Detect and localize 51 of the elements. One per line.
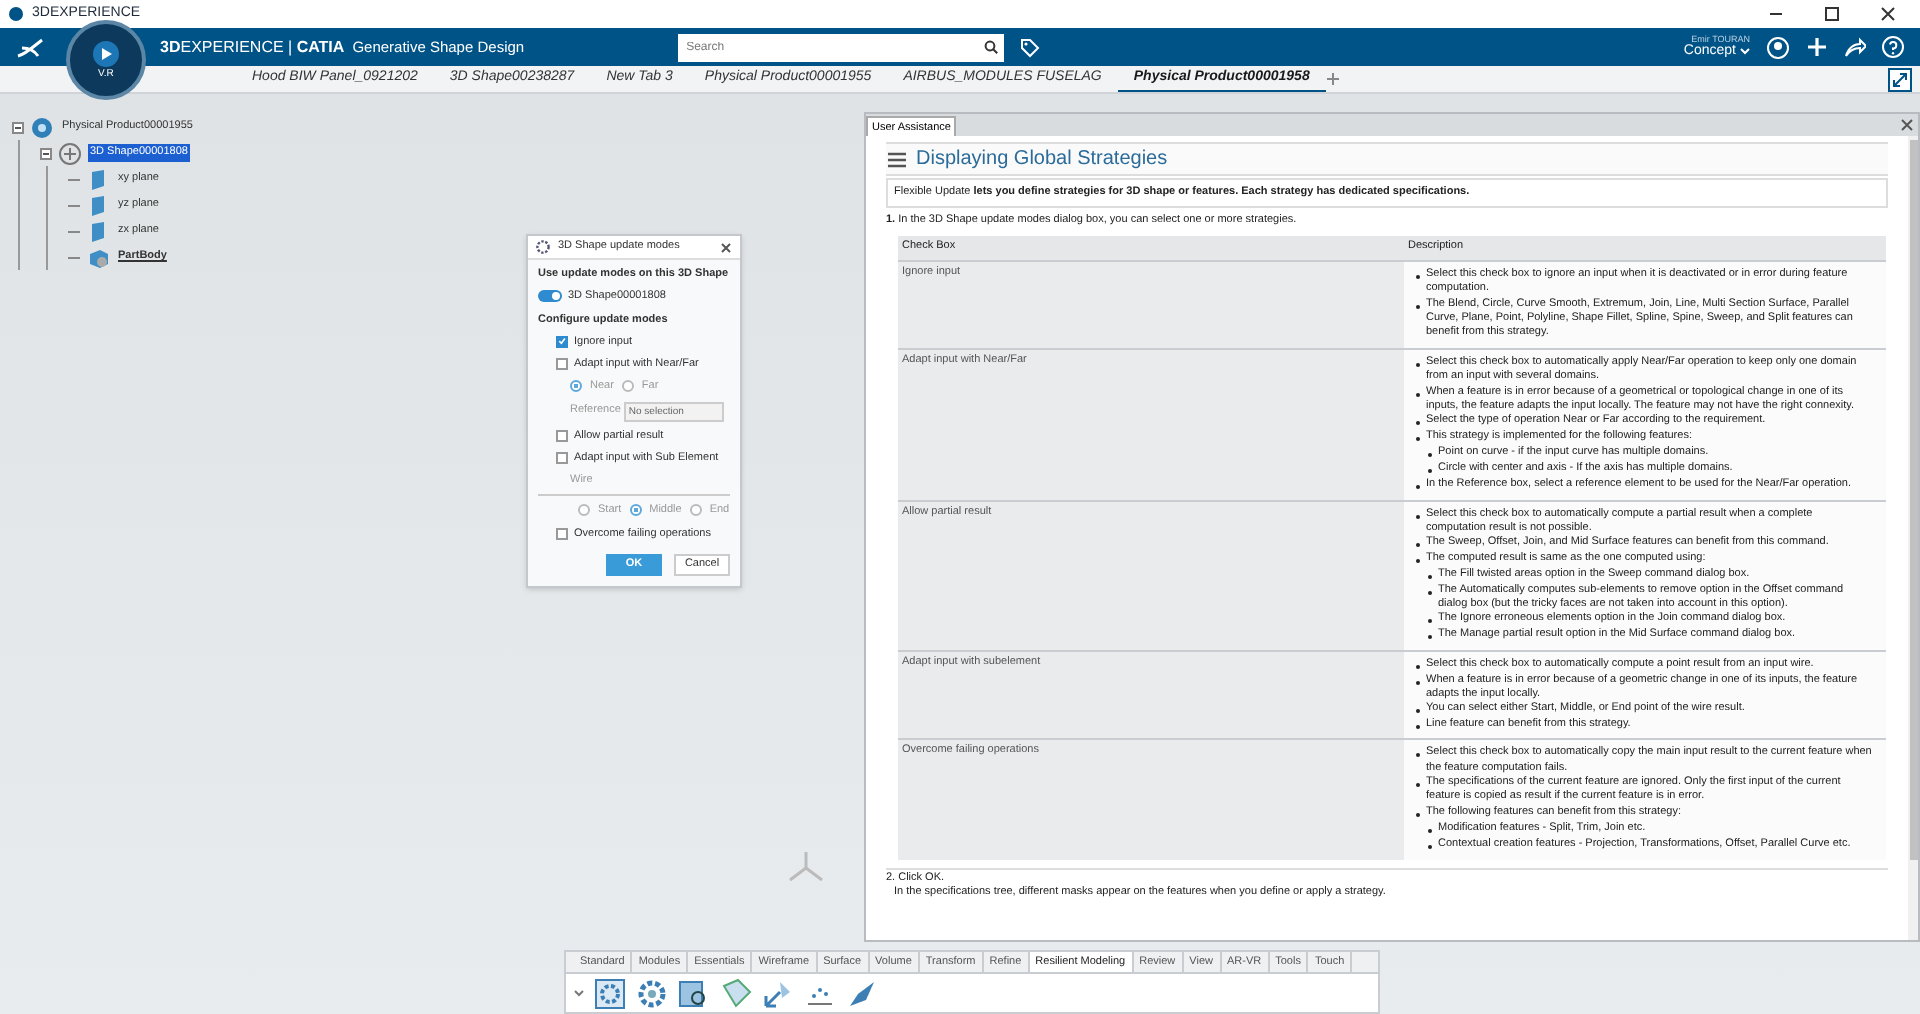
blade-icon[interactable] bbox=[846, 977, 878, 1010]
checkbox[interactable] bbox=[556, 358, 568, 371]
product-icon bbox=[30, 115, 54, 139]
radio-button[interactable] bbox=[629, 504, 642, 517]
shape-icon bbox=[58, 141, 82, 165]
app-logo-icon bbox=[8, 6, 24, 22]
brand-title: 3DEXPERIENCE | CATIA bbox=[160, 35, 345, 59]
help-title: Displaying Global Strategies bbox=[916, 151, 1168, 167]
surface-icon[interactable] bbox=[720, 977, 752, 1010]
toggle-switch[interactable] bbox=[538, 290, 562, 303]
tag-icon[interactable] bbox=[1020, 37, 1041, 57]
inspect-icon[interactable] bbox=[678, 977, 710, 1010]
radio-button[interactable] bbox=[621, 380, 634, 393]
plane-icon bbox=[86, 167, 110, 191]
share-icon[interactable] bbox=[1844, 36, 1866, 58]
plane-icon bbox=[86, 193, 110, 217]
checkbox[interactable] bbox=[556, 527, 568, 540]
tree-connector bbox=[68, 251, 80, 263]
close-icon[interactable] bbox=[720, 241, 732, 253]
tree-connector bbox=[68, 199, 80, 211]
body-icon bbox=[86, 245, 110, 269]
collapse-icon[interactable] bbox=[40, 147, 52, 159]
tree-connector bbox=[68, 225, 80, 237]
tree-connector bbox=[68, 173, 80, 185]
checkbox[interactable] bbox=[556, 451, 568, 464]
play-icon bbox=[92, 40, 120, 68]
check-icon bbox=[558, 336, 566, 347]
profile-icon[interactable] bbox=[1766, 35, 1790, 59]
plane-icon bbox=[86, 219, 110, 243]
menu-icon bbox=[888, 151, 906, 167]
arrows-icon[interactable] bbox=[762, 977, 794, 1010]
help-icon[interactable] bbox=[1882, 36, 1904, 58]
checkbox[interactable] bbox=[556, 429, 568, 442]
search-icon bbox=[984, 40, 999, 54]
radio-button[interactable] bbox=[689, 504, 702, 517]
plus-icon[interactable] bbox=[1806, 36, 1828, 58]
close-icon[interactable] bbox=[1900, 118, 1914, 132]
expand-icon[interactable] bbox=[1888, 67, 1912, 91]
maximize-icon[interactable] bbox=[1824, 6, 1840, 22]
radio-button[interactable] bbox=[578, 504, 590, 517]
close-icon[interactable] bbox=[1880, 6, 1896, 22]
axis-icon bbox=[786, 850, 826, 886]
gear-icon[interactable] bbox=[636, 977, 668, 1010]
caret-icon bbox=[574, 989, 584, 998]
add-tab-icon[interactable] bbox=[1325, 72, 1340, 86]
scrollbar[interactable] bbox=[1908, 136, 1918, 940]
caret-icon bbox=[1740, 47, 1750, 56]
gear-icon bbox=[536, 240, 550, 254]
checkbox[interactable] bbox=[556, 335, 568, 348]
collapse-icon[interactable] bbox=[12, 121, 24, 133]
radio-button[interactable] bbox=[570, 380, 582, 393]
